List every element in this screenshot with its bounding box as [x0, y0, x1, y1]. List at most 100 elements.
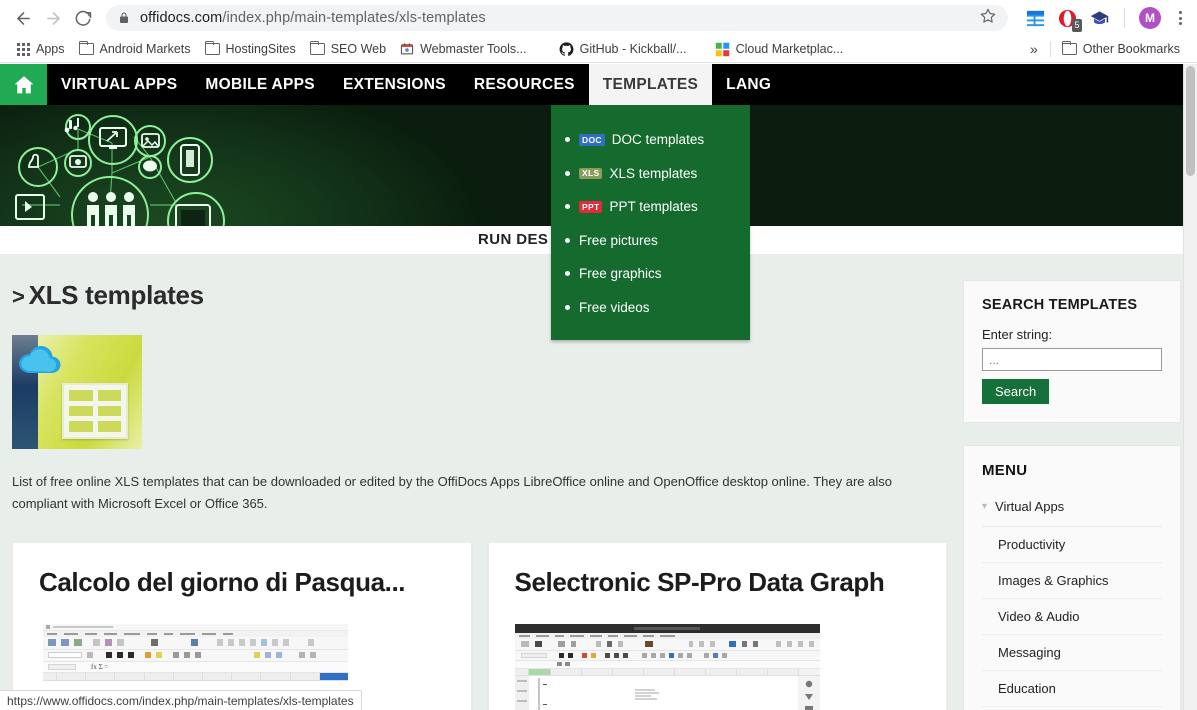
bookmark-apps[interactable]: Apps: [10, 40, 72, 58]
templates-dropdown-menu: DOC DOC templates XLS XLS templates PPT …: [551, 105, 750, 340]
bookmarks-separator: [1050, 41, 1051, 57]
dropdown-item-label: Free pictures: [579, 234, 658, 248]
other-bookmarks-folder[interactable]: Other Bookmarks: [1055, 40, 1187, 58]
nav-item-virtual-apps[interactable]: VIRTUAL APPS: [47, 64, 191, 105]
hero-network-graphic: [0, 105, 300, 226]
github-icon: [559, 42, 574, 57]
bookmark-label: SEO Web: [331, 42, 386, 56]
back-button[interactable]: [8, 3, 38, 33]
sidebar-item-video-audio[interactable]: Video & Audio: [982, 599, 1162, 635]
title-chevron-icon: >: [12, 284, 25, 309]
bookmark-label: GitHub - Kickball/...: [580, 42, 687, 56]
bookmark-seo-web[interactable]: SEO Web: [303, 40, 393, 58]
folder-icon: [1062, 43, 1077, 55]
sidebar: SEARCH TEMPLATES Enter string: Search ME…: [963, 254, 1197, 710]
page-viewport: VIRTUAL APPS MOBILE APPS EXTENSIONS RESO…: [0, 64, 1197, 710]
bullet-icon: [565, 238, 570, 243]
sidebar-item-images-graphics[interactable]: Images & Graphics: [982, 563, 1162, 599]
opera-extension-icon[interactable]: 5: [1056, 7, 1078, 29]
dropdown-item-label: XLS templates: [609, 167, 697, 181]
sidebar-item-productivity[interactable]: Productivity: [982, 527, 1162, 563]
sidebar-item-virtual-apps[interactable]: ▾ Virtual Apps: [982, 495, 1162, 527]
chart-area: [515, 676, 820, 710]
search-templates-widget: SEARCH TEMPLATES Enter string: Search: [963, 280, 1181, 423]
chrome-menu-button[interactable]: [1171, 11, 1189, 25]
spreadsheet-chart-thumbnail: [515, 624, 820, 710]
bookmarks-overflow-button[interactable]: »: [1022, 41, 1046, 57]
forward-button[interactable]: [38, 3, 68, 33]
url-text: offidocs.com/index.php/main-templates/xl…: [140, 10, 486, 26]
template-card-title: Selectronic SP-Pro Data Graph: [515, 567, 925, 598]
bookmark-github[interactable]: GitHub - Kickball/...: [552, 40, 694, 59]
address-bar[interactable]: offidocs.com/index.php/main-templates/xl…: [106, 5, 1008, 31]
graduation-cap-extension-icon[interactable]: [1088, 7, 1110, 29]
bookmark-label: Apps: [36, 42, 65, 56]
bookmarks-bar-right: » Other Bookmarks: [1022, 40, 1187, 58]
home-button[interactable]: [0, 64, 47, 105]
sidebar-item-label: Virtual Apps: [995, 499, 1064, 514]
toolbar-separator: [1124, 8, 1125, 28]
search-button[interactable]: Search: [982, 379, 1049, 404]
nav-item-templates[interactable]: TEMPLATES: [589, 64, 712, 105]
page-scrollbar[interactable]: [1183, 64, 1197, 710]
template-card[interactable]: Selectronic SP-Pro Data Graph: [488, 542, 948, 710]
dropdown-item-free-graphics[interactable]: Free graphics: [551, 257, 750, 291]
extension-icons: 5 M: [1014, 7, 1189, 29]
bookmark-android-markets[interactable]: Android Markets: [72, 40, 198, 58]
bookmark-webmaster-tools[interactable]: Webmaster Tools...: [393, 40, 534, 58]
menu-widget: MENU ▾ Virtual Apps Productivity Images …: [963, 445, 1181, 710]
bullet-icon: [565, 305, 570, 310]
page-description: List of free online XLS templates that c…: [12, 471, 912, 516]
bookmarks-bar: Apps Android Markets HostingSites SEO We…: [0, 36, 1197, 63]
main-column: >XLS templates List of free online XLS t…: [0, 254, 963, 710]
search-field-label: Enter string:: [982, 327, 1162, 342]
menu-widget-title: MENU: [982, 462, 1162, 479]
dropdown-item-ppt-templates[interactable]: PPT PPT templates: [551, 190, 750, 224]
nav-item-resources[interactable]: RESOURCES: [460, 64, 589, 105]
bookmark-label: HostingSites: [226, 42, 296, 56]
template-card-title: Calcolo del giorno di Pasqua...: [39, 567, 449, 598]
dropdown-item-doc-templates[interactable]: DOC DOC templates: [551, 123, 750, 157]
dropdown-item-xls-templates[interactable]: XLS XLS templates: [551, 157, 750, 191]
spreadsheet-glyph: [62, 383, 128, 439]
cloud-icon: [16, 345, 70, 377]
bookmark-label: Android Markets: [100, 42, 191, 56]
avatar[interactable]: M: [1139, 7, 1161, 29]
bullet-icon: [565, 271, 570, 276]
template-cards: Calcolo del giorno di Pasqua...: [12, 542, 947, 710]
status-bar-url: https://www.offidocs.com/index.php/main-…: [0, 690, 362, 710]
lock-icon: [118, 12, 130, 24]
webmaster-tools-icon: [400, 42, 414, 56]
doc-tag-icon: DOC: [579, 134, 605, 146]
sidebar-item-education[interactable]: Education: [982, 671, 1162, 707]
grid-extension-icon[interactable]: [1024, 7, 1046, 29]
xls-tag-icon: XLS: [579, 168, 602, 180]
reload-button[interactable]: [68, 3, 98, 33]
sidebar-item-messaging[interactable]: Messaging: [982, 635, 1162, 671]
page-title-text: XLS templates: [29, 280, 204, 310]
url-path: /index.php/main-templates/xls-templates: [222, 10, 485, 26]
page-title: >XLS templates: [12, 280, 947, 311]
template-card[interactable]: Calcolo del giorno di Pasqua...: [12, 542, 472, 710]
browser-window: offidocs.com/index.php/main-templates/xl…: [0, 0, 1197, 710]
dropdown-item-label: Free graphics: [579, 267, 662, 281]
dropdown-item-free-pictures[interactable]: Free pictures: [551, 224, 750, 258]
site-navigation: VIRTUAL APPS MOBILE APPS EXTENSIONS RESO…: [0, 64, 1197, 105]
bookmark-hostingsites[interactable]: HostingSites: [198, 40, 303, 58]
dropdown-item-free-videos[interactable]: Free videos: [551, 291, 750, 325]
run-desktop-text: RUN DES: [478, 231, 548, 248]
nav-item-mobile-apps[interactable]: MOBILE APPS: [191, 64, 329, 105]
bookmark-cloud-marketplace[interactable]: Cloud Marketplac...: [708, 40, 851, 59]
folder-icon: [79, 43, 94, 55]
nav-item-extensions[interactable]: EXTENSIONS: [329, 64, 460, 105]
folder-icon: [205, 43, 220, 55]
search-input[interactable]: [982, 348, 1162, 371]
apps-grid-icon: [17, 43, 30, 56]
bookmark-star-icon[interactable]: [970, 8, 996, 29]
bullet-icon: [565, 171, 570, 176]
nav-item-lang[interactable]: LANG: [712, 64, 785, 105]
dropdown-item-label: Free videos: [579, 301, 650, 315]
cloud-marketplace-icon: [715, 42, 730, 57]
scrollbar-thumb[interactable]: [1186, 66, 1195, 176]
bookmark-label: Webmaster Tools...: [420, 42, 527, 56]
